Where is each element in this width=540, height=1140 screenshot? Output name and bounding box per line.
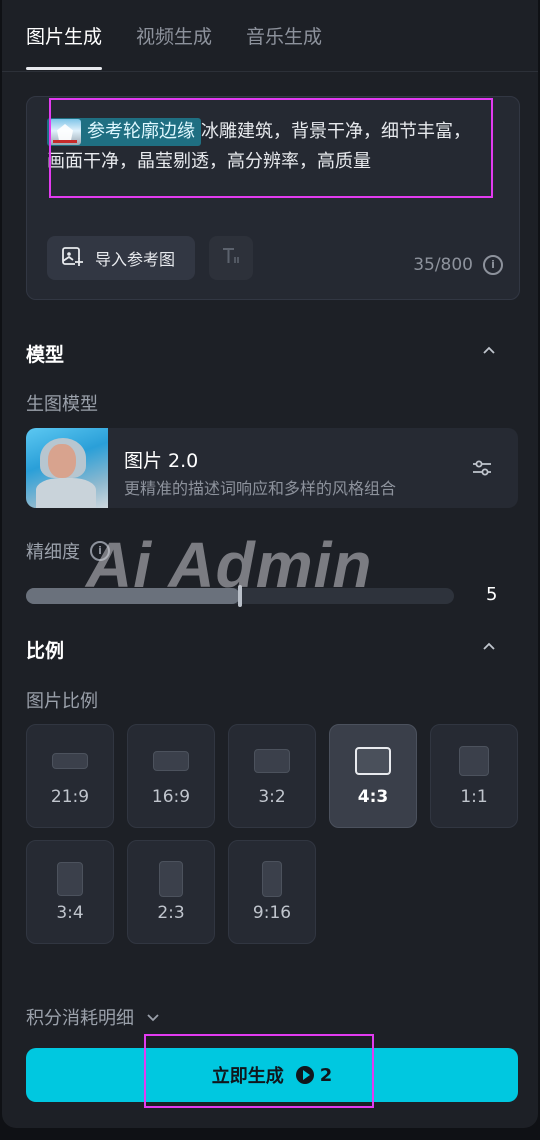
ratio-label: 3:4 <box>56 903 84 923</box>
credits-detail-toggle[interactable]: 积分消耗明细 <box>26 1004 160 1030</box>
tab-music-generation[interactable]: 音乐生成 <box>246 22 322 70</box>
model-card[interactable]: 图片 2.0 更精准的描述词响应和多样的风格组合 <box>26 428 518 508</box>
tab-video-generation[interactable]: 视频生成 <box>136 22 212 70</box>
ratio-shape-icon <box>254 749 290 773</box>
tab-image-generation[interactable]: 图片生成 <box>26 22 103 70</box>
ratio-label: 9:16 <box>252 903 292 923</box>
ratio-section-title: 比例 <box>26 640 65 662</box>
generate-cost: 2 <box>295 1064 333 1086</box>
detail-label: 精细度 <box>26 542 80 563</box>
chevron-down-icon <box>147 1014 159 1022</box>
ratio-label: 3:2 <box>258 787 286 807</box>
sliders-icon[interactable] <box>470 456 494 480</box>
generate-now-button[interactable]: 立即生成 2 <box>26 1048 518 1102</box>
tab-bar: 图片生成 视频生成 音乐生成 <box>26 22 356 70</box>
ratio-shape-icon <box>262 861 282 897</box>
detail-slider-handle[interactable] <box>238 585 242 607</box>
collapse-ratio-chevron-up-icon[interactable] <box>482 639 496 653</box>
reference-thumbnail <box>49 119 81 145</box>
char-count: 35/800 <box>413 255 473 275</box>
ratio-label: 2:3 <box>157 903 185 923</box>
ratio-shape-icon <box>57 862 83 896</box>
ratio-label: 4:3 <box>357 787 389 807</box>
model-thumbnail <box>26 428 108 508</box>
ratio-option-4-3[interactable]: 4:3 <box>329 724 417 828</box>
char-counter: 35/800 i <box>413 255 503 275</box>
reference-chip-label: 参考轮廓边缘 <box>87 121 195 142</box>
model-description: 更精准的描述词响应和多样的风格组合 <box>124 479 397 498</box>
generate-cost-value: 2 <box>319 1064 333 1086</box>
collapse-model-chevron-up-icon[interactable] <box>482 343 496 357</box>
tabs-divider <box>2 71 538 72</box>
ratio-option-21-9[interactable]: 21:9 <box>26 724 114 828</box>
ratio-option-16-9[interactable]: 16:9 <box>127 724 215 828</box>
import-reference-button[interactable]: 导入参考图 <box>47 236 195 280</box>
detail-slider-fill <box>26 588 240 604</box>
credits-label: 积分消耗明细 <box>26 1008 134 1029</box>
detail-info-icon[interactable]: i <box>90 541 110 561</box>
text-format-icon <box>220 245 242 271</box>
detail-label-row: 精细度 i <box>26 538 110 564</box>
image-plus-icon <box>61 245 83 271</box>
detail-slider[interactable] <box>26 585 454 607</box>
ratio-option-1-1[interactable]: 1:1 <box>430 724 518 828</box>
generation-panel: 图片生成 视频生成 音乐生成 参考轮廓边缘 冰雕建筑，背景干净，细节丰富，画面干净… <box>2 0 538 1128</box>
ratio-option-2-3[interactable]: 2:3 <box>127 840 215 944</box>
detail-value: 5 <box>486 584 498 605</box>
credit-coin-icon <box>295 1066 314 1084</box>
ratio-sub-label: 图片比例 <box>26 691 98 712</box>
import-reference-label: 导入参考图 <box>95 250 176 269</box>
model-sub-label: 生图模型 <box>26 394 98 415</box>
ratio-shape-icon <box>153 751 189 771</box>
ratio-label: 21:9 <box>50 787 90 807</box>
info-icon[interactable]: i <box>483 255 503 275</box>
prompt-box[interactable]: 参考轮廓边缘 冰雕建筑，背景干净，细节丰富，画面干净，晶莹剔透，高分辨率，高质量 … <box>26 96 520 300</box>
reference-chip[interactable]: 参考轮廓边缘 <box>47 118 201 146</box>
ratio-option-3-2[interactable]: 3:2 <box>228 724 316 828</box>
ratio-label: 16:9 <box>151 787 191 807</box>
ratio-option-9-16[interactable]: 9:16 <box>228 840 316 944</box>
text-format-button[interactable] <box>209 236 253 280</box>
ratio-shape-icon <box>459 746 489 776</box>
ratio-shape-icon <box>355 747 391 775</box>
model-section-title: 模型 <box>26 344 65 366</box>
generate-label: 立即生成 <box>211 1066 284 1087</box>
prompt-textarea[interactable]: 参考轮廓边缘 冰雕建筑，背景干净，细节丰富，画面干净，晶莹剔透，高分辨率，高质量 <box>47 117 487 177</box>
ratio-option-3-4[interactable]: 3:4 <box>26 840 114 944</box>
model-name: 图片 2.0 <box>124 450 199 472</box>
ratio-shape-icon <box>159 861 183 897</box>
ratio-shape-icon <box>52 753 88 769</box>
ratio-label: 1:1 <box>460 787 488 807</box>
